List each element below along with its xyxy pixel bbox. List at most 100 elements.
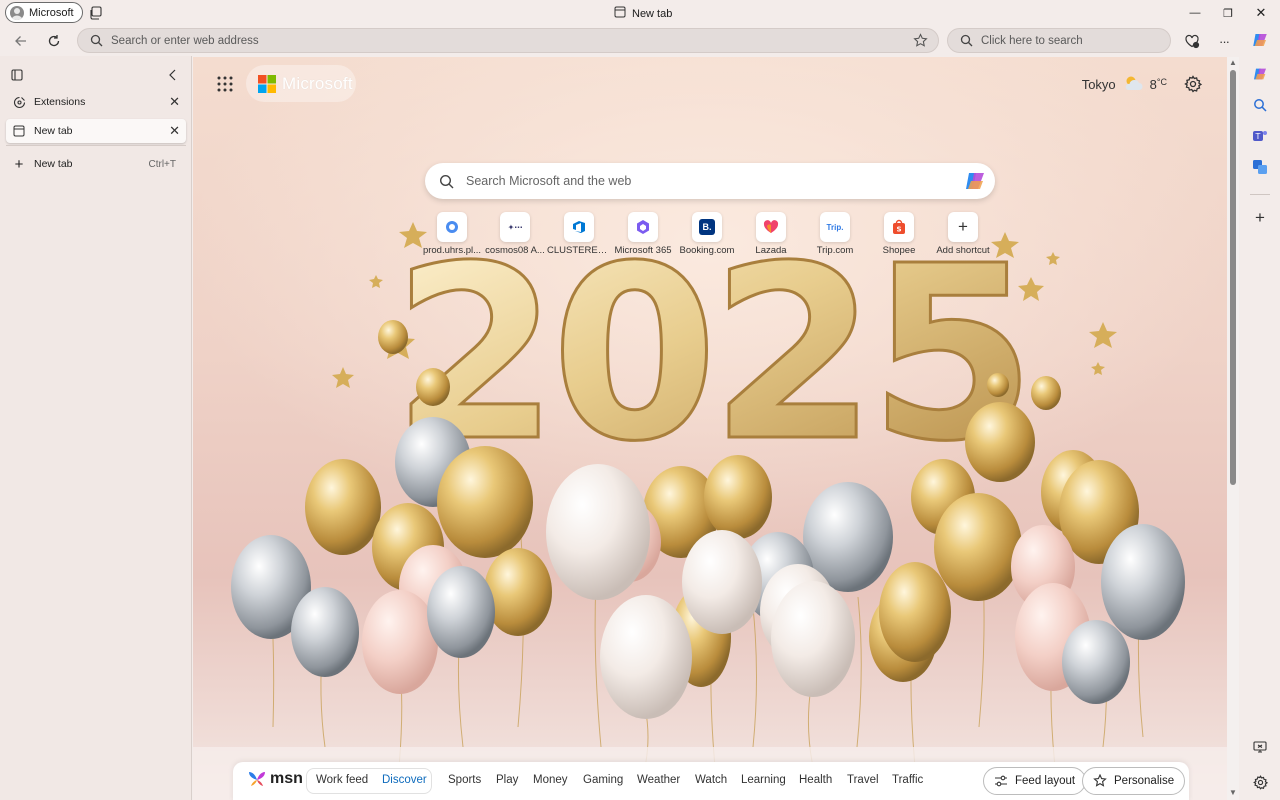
shortcut-uhrs[interactable]: prod.uhrs.pl... [420, 212, 484, 256]
shortcut-lazada[interactable]: Lazada [739, 212, 803, 256]
sidebar-settings-button[interactable] [1250, 772, 1270, 792]
lazada-icon [756, 212, 786, 242]
extensions-tab[interactable]: Extensions ✕ [6, 90, 186, 114]
microsoft-logo[interactable]: Microsoft [246, 65, 356, 102]
page-icon [614, 6, 626, 21]
msn-butterfly-icon [249, 772, 265, 786]
favorite-star-icon[interactable] [913, 33, 928, 51]
booking-icon: B. [692, 212, 722, 242]
more-icon: ··· [1219, 33, 1230, 49]
cosmos-icon: ✦⋯ [500, 212, 530, 242]
weather-city: Tokyo [1081, 77, 1116, 92]
add-sidebar-app-button[interactable]: + [1250, 208, 1270, 228]
refresh-button[interactable] [44, 32, 64, 50]
page-search-placeholder: Search Microsoft and the web [466, 174, 632, 188]
page-scrollbar[interactable]: ▲ ▼ [1227, 57, 1239, 800]
tab-play[interactable]: Play [496, 774, 518, 786]
scroll-down-arrow-icon[interactable]: ▼ [1229, 788, 1237, 797]
page-search-box[interactable]: Search Microsoft and the web [425, 163, 995, 199]
copilot-sidebar-button[interactable] [1250, 30, 1270, 50]
collapse-pane-button[interactable] [168, 69, 178, 84]
copilot-sidebar-app[interactable] [1250, 64, 1270, 84]
teams-sidebar-button[interactable]: T [1250, 126, 1270, 146]
close-window-button[interactable]: ✕ [1244, 0, 1278, 26]
tab-travel[interactable]: Travel [847, 774, 879, 786]
tab-new-tab[interactable]: New tab ✕ [6, 119, 186, 143]
quick-search-box[interactable]: Click here to search [947, 28, 1171, 53]
scrollbar-thumb[interactable] [1230, 70, 1236, 485]
tab-work-feed[interactable]: Work feed [316, 774, 368, 786]
translator-sidebar-button[interactable] [1250, 157, 1270, 177]
close-tab-icon[interactable]: ✕ [169, 94, 180, 110]
gear-icon [1252, 774, 1268, 790]
shortcut-microsoft365[interactable]: Microsoft 365 [611, 212, 675, 256]
chevron-left-icon [169, 69, 176, 81]
profile-button[interactable]: Microsoft [5, 2, 83, 23]
tab-health[interactable]: Health [799, 774, 832, 786]
tab-discover[interactable]: Discover [382, 774, 427, 786]
msn-logo[interactable]: msn [247, 770, 303, 788]
address-placeholder: Search or enter web address [111, 34, 259, 47]
tab-actions-icon[interactable] [11, 69, 23, 84]
uhrs-icon [437, 212, 467, 242]
app-launcher-icon[interactable] [217, 76, 233, 92]
shortcut-booking[interactable]: B. Booking.com [675, 212, 739, 256]
tab-gaming[interactable]: Gaming [583, 774, 623, 786]
feed-layout-label: Feed layout [1015, 775, 1076, 787]
shortcut-label: prod.uhrs.pl... [422, 245, 482, 256]
tab-traffic[interactable]: Traffic [892, 774, 923, 786]
plus-icon: + [948, 212, 978, 242]
tab-money[interactable]: Money [533, 774, 568, 786]
back-arrow-icon [15, 36, 26, 46]
shortcut-shopee[interactable]: S Shopee [867, 212, 931, 256]
avatar [10, 5, 24, 20]
shortcut-trip[interactable]: Trip. Trip.com [803, 212, 867, 256]
tab-weather[interactable]: Weather [637, 774, 680, 786]
more-menu-button[interactable]: ··· [1214, 32, 1234, 50]
scroll-up-arrow-icon[interactable]: ▲ [1229, 58, 1237, 67]
close-tab-icon[interactable]: ✕ [169, 123, 180, 139]
minimize-button[interactable]: — [1178, 0, 1212, 26]
feed-layout-button[interactable]: Feed layout [983, 767, 1087, 795]
edge-sidebar: T + [1240, 26, 1280, 800]
shortcut-clustered[interactable]: CLUSTERED ... [547, 212, 611, 256]
msn-feed-bar: msn Work feed Discover Sports Play Money… [233, 762, 1189, 800]
shortcut-label: CLUSTERED ... [547, 245, 611, 256]
microsoft-logo-text: Microsoft [282, 73, 353, 93]
search-sidebar-button[interactable] [1250, 95, 1270, 115]
shortcuts-row: prod.uhrs.pl... ✦⋯ cosmos08 A... CLUSTER… [420, 212, 1000, 262]
heart-pulse-icon [1185, 34, 1200, 49]
new-tab-page: 2025 Microsoft Tokyo 8°C Search Microsof… [193, 57, 1227, 800]
extensions-label: Extensions [34, 96, 86, 108]
shortcut-cosmos08[interactable]: ✦⋯ cosmos08 A... [483, 212, 547, 256]
address-bar[interactable]: Search or enter web address [77, 28, 939, 53]
workspaces-icon[interactable] [88, 5, 104, 21]
divider [6, 145, 186, 146]
tab-watch[interactable]: Watch [695, 774, 727, 786]
page-settings-button[interactable] [1184, 75, 1203, 93]
browser-essentials-button[interactable] [1182, 32, 1202, 50]
back-button[interactable] [11, 32, 31, 50]
add-shortcut-button[interactable]: + Add shortcut [931, 212, 995, 256]
teams-icon: T [1253, 131, 1267, 141]
translate-icon [1253, 160, 1267, 174]
gear-icon [1184, 75, 1203, 93]
sliders-icon [995, 775, 1007, 787]
personalise-label: Personalise [1114, 775, 1175, 787]
plus-icon: + [1255, 208, 1265, 227]
partly-cloudy-icon [1122, 75, 1144, 94]
sparkle-star-icon [1093, 774, 1107, 787]
personalise-button[interactable]: Personalise [1082, 767, 1186, 795]
copilot-icon[interactable] [963, 169, 987, 193]
shortcut-label: Add shortcut [936, 245, 990, 256]
tab-label: New tab [34, 125, 73, 137]
tab-learning[interactable]: Learning [741, 774, 786, 786]
minimize-icon: — [1189, 7, 1201, 19]
new-tab-button[interactable]: + New tab Ctrl+T [6, 152, 186, 176]
weather-widget[interactable]: Tokyo 8°C [1082, 75, 1167, 94]
hide-sidebar-button[interactable] [1250, 737, 1270, 757]
tab-sports[interactable]: Sports [448, 774, 481, 786]
new-tab-label: New tab [34, 158, 73, 170]
restore-button[interactable]: ❐ [1211, 0, 1245, 26]
svg-text:T: T [1255, 132, 1261, 141]
